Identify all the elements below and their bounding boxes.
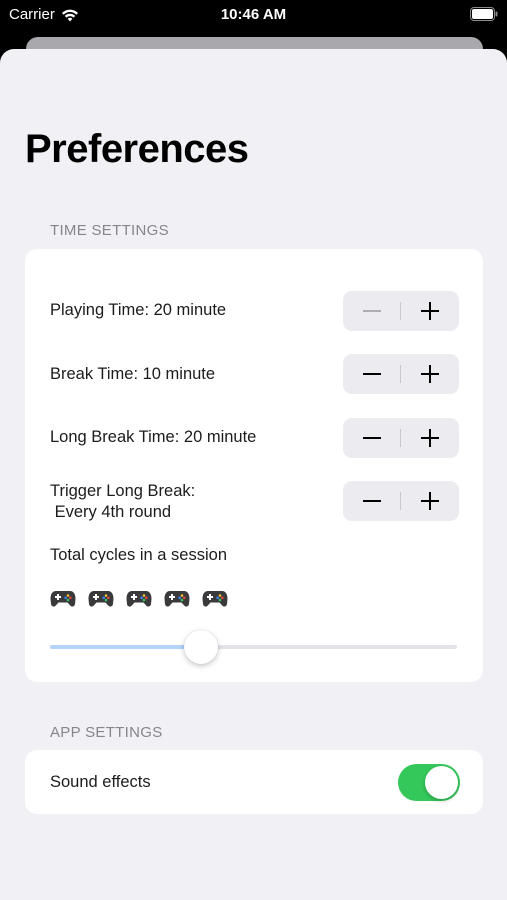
sound-effects-toggle[interactable] [398, 764, 460, 801]
sound-effects-label: Sound effects [50, 773, 151, 791]
minus-icon [363, 373, 381, 375]
cycles-slider-fill [50, 645, 201, 649]
gamepad-icon [50, 588, 76, 608]
trigger-long-break-decrement-button[interactable] [343, 481, 401, 521]
trigger-long-break-stepper [343, 481, 459, 521]
time-settings-header: TIME SETTINGS [50, 222, 169, 239]
plus-icon [421, 365, 439, 383]
playing-time-label: Playing Time: 20 minute [50, 301, 227, 319]
page-title: Preferences [25, 127, 249, 171]
cycles-slider[interactable] [50, 630, 457, 664]
break-time-increment-button[interactable] [401, 354, 459, 394]
minus-icon [363, 500, 381, 502]
cycles-gamepad-row [50, 588, 228, 608]
break-time-stepper [343, 354, 459, 394]
playing-time-decrement-button[interactable] [343, 291, 401, 331]
status-bar: Carrier 10:46 AM [0, 0, 507, 30]
long-break-time-label: Long Break Time: 20 minute [50, 428, 257, 446]
trigger-long-break-increment-button[interactable] [401, 481, 459, 521]
app-settings-header: APP SETTINGS [50, 724, 163, 741]
battery-group [470, 7, 498, 25]
trigger-long-break-value: Every 4th round [50, 503, 172, 521]
playing-time-increment-button[interactable] [401, 291, 459, 331]
gamepad-icon [88, 588, 114, 608]
cycles-slider-thumb[interactable] [183, 630, 218, 664]
status-time: 10:46 AM [220, 6, 287, 23]
toggle-knob [425, 766, 458, 799]
long-break-time-decrement-button[interactable] [343, 418, 401, 458]
gamepad-icon [126, 588, 152, 608]
time-settings-card: Playing Time: 20 minute Break Time: 10 m… [25, 249, 483, 682]
minus-icon [363, 310, 381, 312]
plus-icon [421, 302, 439, 320]
long-break-time-increment-button[interactable] [401, 418, 459, 458]
gamepad-icon [164, 588, 190, 608]
battery-icon [470, 7, 498, 21]
gamepad-icon [202, 588, 228, 608]
long-break-time-stepper [343, 418, 459, 458]
break-time-label: Break Time: 10 minute [50, 365, 216, 383]
app-settings-card: Sound effects [25, 750, 483, 814]
trigger-long-break-label: Trigger Long Break: Every 4th round [50, 481, 195, 523]
minus-icon [363, 437, 381, 439]
plus-icon [421, 429, 439, 447]
playing-time-stepper [343, 291, 459, 331]
total-cycles-label: Total cycles in a session [50, 546, 227, 564]
preferences-sheet: Preferences TIME SETTINGS Playing Time: … [0, 49, 507, 900]
plus-icon [421, 492, 439, 510]
trigger-long-break-title: Trigger Long Break: [50, 482, 196, 500]
break-time-decrement-button[interactable] [343, 354, 401, 394]
